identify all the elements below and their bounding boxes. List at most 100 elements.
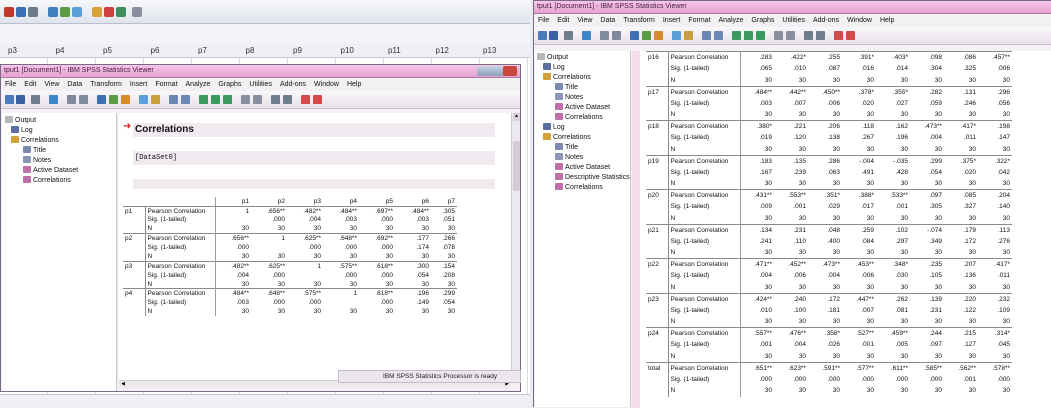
expand-icon[interactable] xyxy=(756,31,765,40)
menu-edit[interactable]: Edit xyxy=(557,17,569,24)
redo-icon[interactable] xyxy=(612,31,621,40)
plus-icon[interactable] xyxy=(774,31,783,40)
table-icon[interactable] xyxy=(72,7,82,17)
hide-icon[interactable] xyxy=(816,31,825,40)
tree-item-output[interactable]: Output xyxy=(5,116,113,126)
script-icon[interactable] xyxy=(313,95,322,104)
tree-item-correlations-table[interactable]: Correlations xyxy=(23,176,131,186)
tree-item-title[interactable]: Title xyxy=(23,146,131,156)
variables-icon[interactable] xyxy=(121,95,130,104)
column-header-p8[interactable]: p8 xyxy=(246,46,255,55)
menu-help[interactable]: Help xyxy=(880,17,894,24)
scroll-thumb[interactable] xyxy=(513,141,520,191)
hide-icon[interactable] xyxy=(283,95,292,104)
scroll-up-icon[interactable]: ▲ xyxy=(513,113,520,121)
demote-icon[interactable] xyxy=(211,95,220,104)
menu-file[interactable]: File xyxy=(5,81,16,88)
script-icon[interactable] xyxy=(846,31,855,40)
save-icon[interactable] xyxy=(16,95,25,104)
tree-item[interactable]: Log xyxy=(543,123,634,133)
designate-icon[interactable] xyxy=(834,31,843,40)
undo-icon[interactable] xyxy=(600,31,609,40)
print-icon[interactable] xyxy=(564,31,573,40)
pivot-icon[interactable] xyxy=(151,95,160,104)
minus-icon[interactable] xyxy=(253,95,262,104)
menu-graphs[interactable]: Graphs xyxy=(751,17,774,24)
column-header-p11[interactable]: p11 xyxy=(388,46,401,55)
pivot-icon[interactable] xyxy=(684,31,693,40)
window-controls[interactable] xyxy=(477,66,517,76)
undo-icon[interactable] xyxy=(67,95,76,104)
left-vertical-scrollbar[interactable]: ▲ ▼ xyxy=(511,113,520,380)
show-icon[interactable] xyxy=(804,31,813,40)
menu-graphs[interactable]: Graphs xyxy=(218,81,241,88)
column-header-p5[interactable]: p5 xyxy=(103,46,112,55)
menu-data[interactable]: Data xyxy=(600,17,615,24)
menu-help[interactable]: Help xyxy=(347,81,361,88)
menu-format[interactable]: Format xyxy=(155,81,177,88)
grid-icon[interactable] xyxy=(48,7,58,17)
weight-icon[interactable] xyxy=(181,95,190,104)
menu-view[interactable]: View xyxy=(577,17,592,24)
go-icon[interactable] xyxy=(116,7,126,17)
close-icon[interactable] xyxy=(503,66,517,76)
tree-item-active-dataset[interactable]: Active Dataset xyxy=(23,166,131,176)
save-icon[interactable] xyxy=(16,7,26,17)
menu-insert[interactable]: Insert xyxy=(130,81,148,88)
arrow-icon[interactable] xyxy=(132,7,142,17)
menu-insert[interactable]: Insert xyxy=(663,17,681,24)
menu-data[interactable]: Data xyxy=(67,81,82,88)
promote-icon[interactable] xyxy=(732,31,741,40)
menu-utilities[interactable]: Utilities xyxy=(782,17,805,24)
print-icon[interactable] xyxy=(31,95,40,104)
open-icon[interactable] xyxy=(4,7,14,17)
tree-item[interactable]: Log xyxy=(543,63,634,73)
tree-item[interactable]: Correlations xyxy=(543,133,634,143)
chart-icon[interactable] xyxy=(642,31,651,40)
column-header-p9[interactable]: p9 xyxy=(293,46,302,55)
column-header-p12[interactable]: p12 xyxy=(436,46,449,55)
demote-icon[interactable] xyxy=(744,31,753,40)
menu-transform[interactable]: Transform xyxy=(623,17,655,24)
tree-item-log[interactable]: Log xyxy=(11,126,119,136)
tree-item-correlations[interactable]: Correlations xyxy=(11,136,119,146)
chart-icon[interactable] xyxy=(60,7,70,17)
open-icon[interactable] xyxy=(5,95,14,104)
variables-icon[interactable] xyxy=(654,31,663,40)
weight-icon[interactable] xyxy=(714,31,723,40)
column-header-p7[interactable]: p7 xyxy=(198,46,207,55)
menu-edit[interactable]: Edit xyxy=(24,81,36,88)
plus-icon[interactable] xyxy=(241,95,250,104)
variable-icon[interactable] xyxy=(92,7,102,17)
select-icon[interactable] xyxy=(702,31,711,40)
tree-item-notes[interactable]: Notes xyxy=(23,156,131,166)
promote-icon[interactable] xyxy=(199,95,208,104)
menu-window[interactable]: Window xyxy=(314,81,339,88)
column-header-p4[interactable]: p4 xyxy=(56,46,65,55)
correlations-table[interactable]: p1 p2 p3 p4 p5 p6 p7 p1 Pearson Correlation 1.656… xyxy=(123,197,457,317)
tree-item[interactable]: Output xyxy=(537,53,628,63)
menu-transform[interactable]: Transform xyxy=(90,81,122,88)
export-icon[interactable] xyxy=(582,31,591,40)
menu-utilities[interactable]: Utilities xyxy=(249,81,272,88)
stop-icon[interactable] xyxy=(104,7,114,17)
menu-format[interactable]: Format xyxy=(688,17,710,24)
menu-addons[interactable]: Add-ons xyxy=(813,17,839,24)
column-header-p3[interactable]: p3 xyxy=(8,46,17,55)
save-icon[interactable] xyxy=(549,31,558,40)
export-icon[interactable] xyxy=(49,95,58,104)
scroll-left-icon[interactable]: ◀ xyxy=(119,381,127,388)
menu-addons[interactable]: Add-ons xyxy=(280,81,306,88)
minus-icon[interactable] xyxy=(786,31,795,40)
column-header-p6[interactable]: p6 xyxy=(151,46,160,55)
expand-icon[interactable] xyxy=(223,95,232,104)
cases-icon[interactable] xyxy=(139,95,148,104)
column-header-p10[interactable]: p10 xyxy=(341,46,354,55)
goto-data-icon[interactable] xyxy=(97,95,106,104)
menu-file[interactable]: File xyxy=(538,17,549,24)
column-header-p13[interactable]: p13 xyxy=(483,46,496,55)
tree-item[interactable]: Correlations xyxy=(543,73,634,83)
select-icon[interactable] xyxy=(169,95,178,104)
goto-data-icon[interactable] xyxy=(630,31,639,40)
menu-analyze[interactable]: Analyze xyxy=(719,17,744,24)
